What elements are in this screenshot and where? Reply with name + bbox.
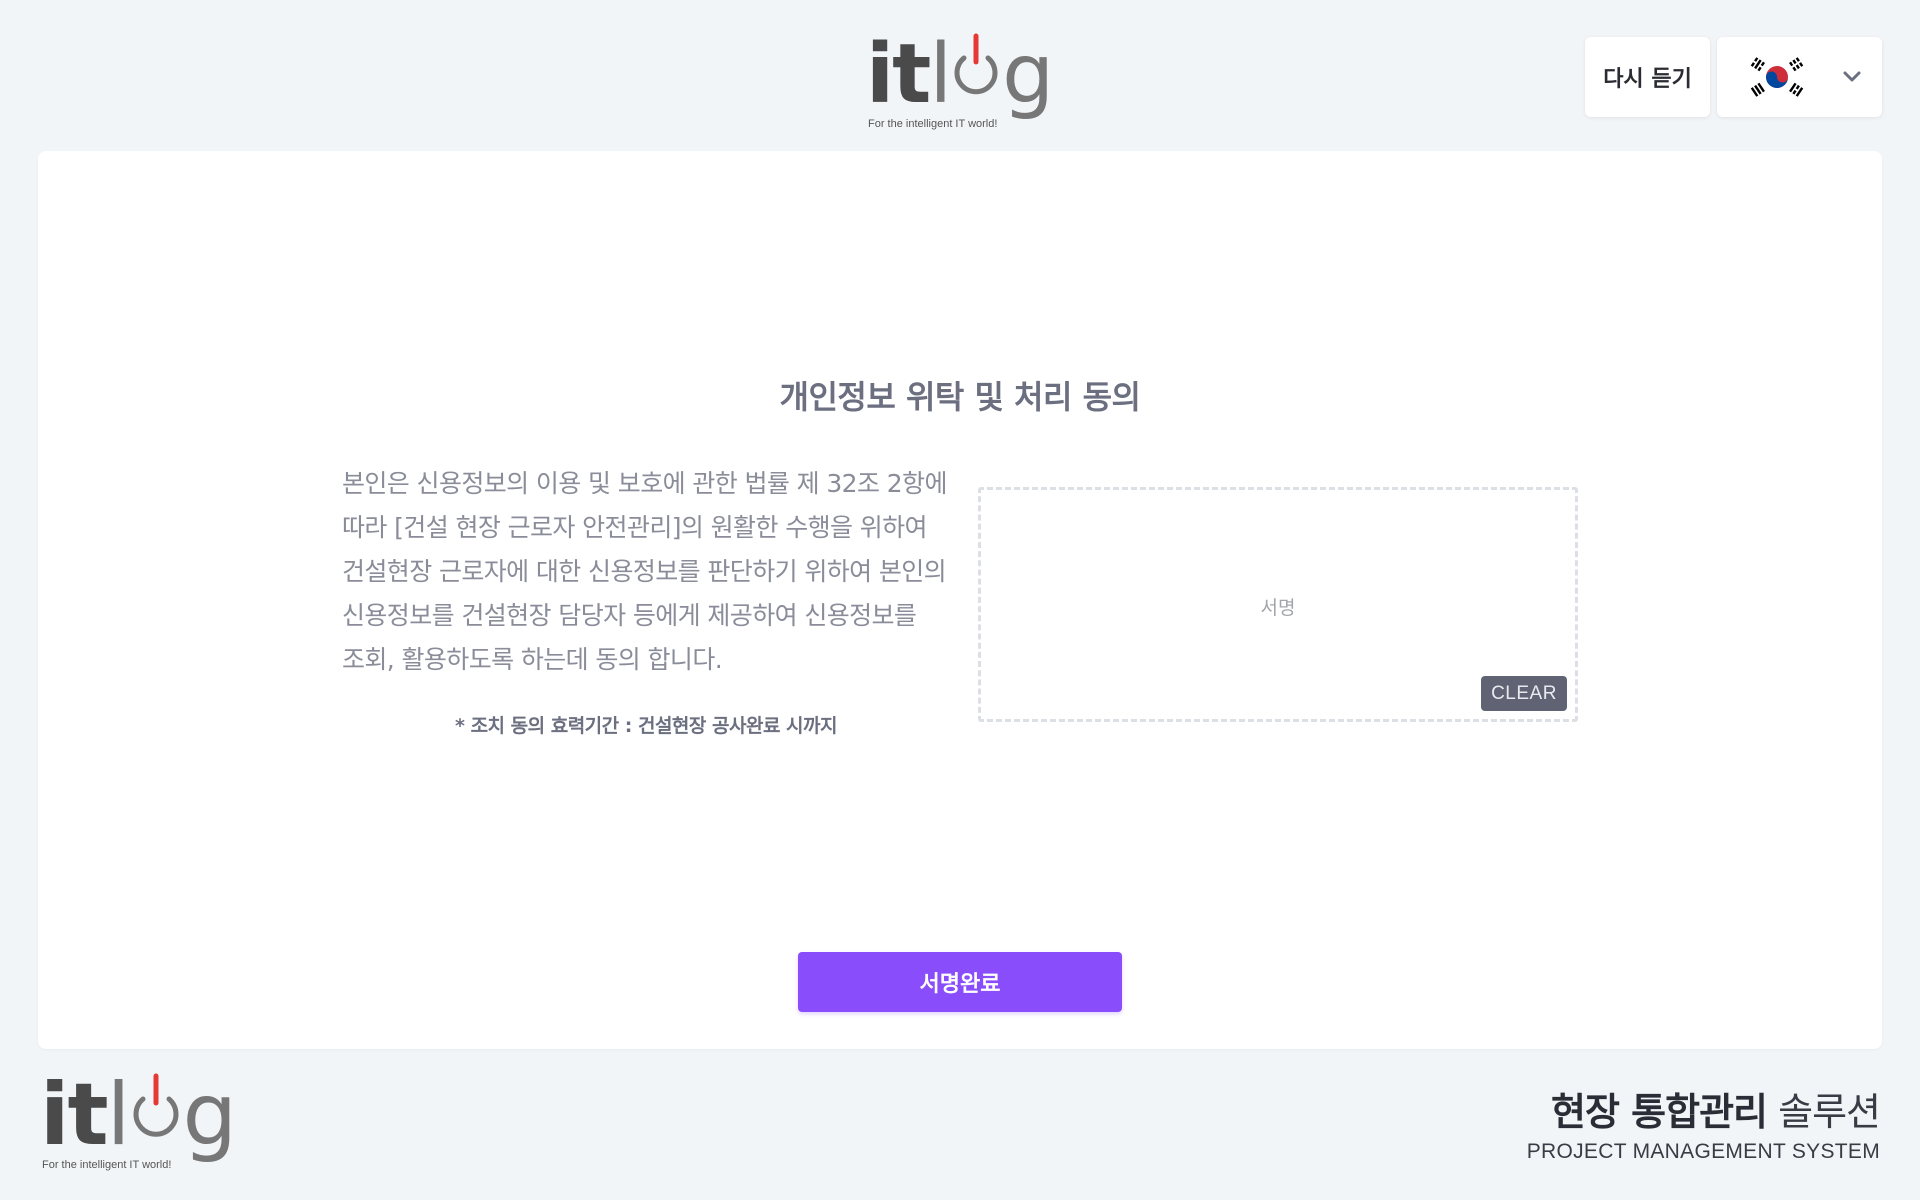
validity-note: * 조치 동의 효력기간 : 건설현장 공사완료 시까지 <box>455 715 837 737</box>
footer-logo-tagline: For the intelligent IT world! <box>42 1159 172 1171</box>
footer-power-icon <box>129 1068 183 1158</box>
logo-thin-g: g <box>1002 27 1054 122</box>
chevron-down-icon <box>1843 71 1861 82</box>
power-icon <box>950 28 1002 116</box>
page-title: 개인정보 위탁 및 처리 동의 <box>779 378 1141 416</box>
footer-title-light: 솔루션 <box>1778 1090 1881 1134</box>
signature-pad[interactable]: 서명 CLEAR <box>978 487 1578 722</box>
replay-audio-button[interactable]: 다시 듣기 <box>1585 37 1710 117</box>
footer-logo-wordmark: it l g <box>40 1072 237 1158</box>
korea-flag-icon <box>1750 57 1804 97</box>
logo-thin-l: l <box>929 27 952 122</box>
footer-logo-thin-g: g <box>182 1065 238 1165</box>
consent-card <box>38 151 1882 1049</box>
language-select[interactable] <box>1717 37 1882 117</box>
footer-solution-title: 현장 통합관리 솔루션 <box>1551 1081 1881 1136</box>
footer-itlog-logo: it l g For the intelligent IT world! <box>40 1072 237 1171</box>
header: it l g For the intelligent IT world! 다시 듣기 <box>0 0 1920 150</box>
logo-tagline: For the intelligent IT world! <box>868 118 998 130</box>
logo-wordmark: it l g <box>866 33 1054 116</box>
consent-text: 본인은 신용정보의 이용 및 보호에 관한 법률 제 32조 2항에 따라 [건… <box>342 469 947 674</box>
itlog-logo: it l g For the intelligent IT world! <box>866 33 1054 130</box>
footer-logo-thin-l: l <box>106 1065 131 1165</box>
footer-title-bold: 현장 통합관리 <box>1551 1090 1768 1134</box>
submit-signature-button[interactable]: 서명완료 <box>798 952 1122 1012</box>
signature-placeholder: 서명 <box>1260 597 1296 619</box>
logo-bold-part: it <box>866 27 931 122</box>
footer-logo-bold-part: it <box>40 1065 109 1165</box>
clear-signature-button[interactable]: CLEAR <box>1481 676 1567 711</box>
footer-subtitle: PROJECT MANAGEMENT SYSTEM <box>1526 1140 1880 1163</box>
